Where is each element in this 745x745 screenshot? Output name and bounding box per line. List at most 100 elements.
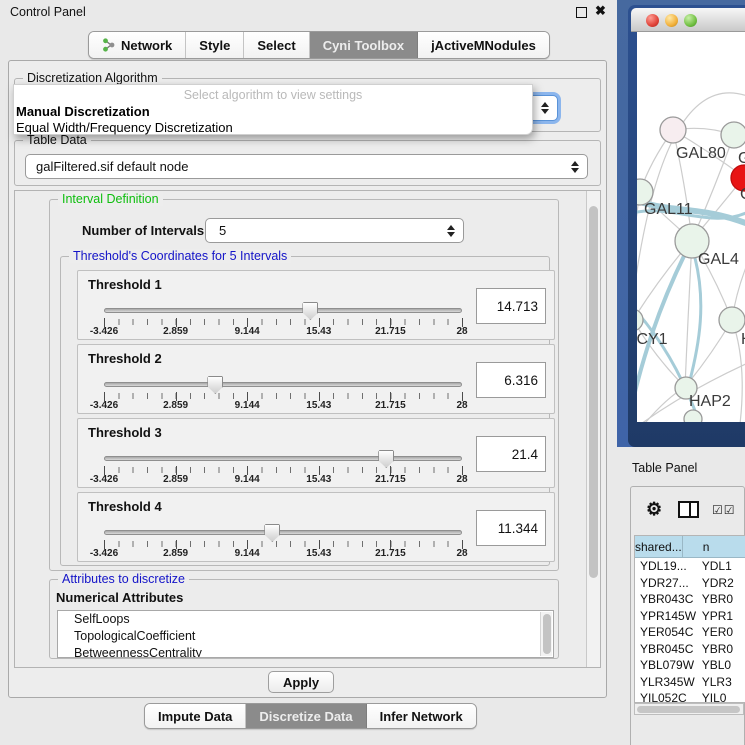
threshold-4-slider[interactable] [104, 530, 462, 535]
thresholds-coordinates-group: Threshold's Coordinates for 5 Intervals … [60, 256, 550, 566]
node-label: C [740, 186, 745, 203]
cell-name[interactable]: YLR3 [696, 674, 745, 691]
threshold-1-value-field[interactable]: 14.713 [476, 288, 546, 324]
zoom-traffic-light-icon[interactable] [684, 14, 697, 27]
dropdown-option-manual-discretization[interactable]: Manual Discretization [16, 104, 150, 119]
gear-icon[interactable]: ⚙ [646, 499, 662, 520]
node-label: GCY1 [637, 331, 668, 348]
tab-discretize-data[interactable]: Discretize Data [246, 704, 366, 728]
table-header-row: shared... n [635, 536, 745, 558]
cell-shared-name[interactable]: YPR145W [635, 608, 696, 625]
tick-label: 9.144 [235, 400, 260, 411]
cell-name[interactable]: YIL0 [696, 690, 745, 703]
tick-label: 28 [456, 326, 467, 337]
tick-label: 2.859 [163, 400, 188, 411]
cell-shared-name[interactable]: YBR045C [635, 641, 696, 658]
tab-cyni-toolbox[interactable]: Cyni Toolbox [310, 32, 418, 58]
cell-name[interactable]: YBR0 [696, 641, 745, 658]
threshold-1-slider[interactable] [104, 308, 462, 313]
node-label: GAL80 [676, 145, 726, 162]
split-columns-icon[interactable] [678, 501, 699, 518]
close-icon[interactable]: ✖ [595, 3, 606, 19]
table-row[interactable]: YBR045CYBR0 [635, 641, 745, 658]
slider-tick-labels: -3.4262.8599.14415.4321.71528 [104, 474, 462, 486]
tick-label: 9.144 [235, 474, 260, 485]
tab-jactivemnodules[interactable]: jActiveMNodules [418, 32, 549, 58]
tick-label: 21.715 [375, 548, 406, 559]
network-view-canvas[interactable]: GAL80 G C GAL11 GAL4 GCY1 H HAP2 [637, 32, 745, 422]
cell-name[interactable]: YPR1 [696, 608, 745, 625]
cell-shared-name[interactable]: YBR043C [635, 591, 696, 608]
apply-button-label: Apply [283, 675, 319, 690]
table-row[interactable]: YDL19...YDL1 [635, 558, 745, 575]
tab-label: Select [257, 38, 295, 53]
network-view-window: GAL80 G C GAL11 GAL4 GCY1 H HAP2 [628, 5, 745, 447]
tick-label: 2.859 [163, 326, 188, 337]
table-row[interactable]: YPR145WYPR1 [635, 608, 745, 625]
tick-label: 28 [456, 548, 467, 559]
node-gal80[interactable] [660, 117, 686, 143]
node-label: HAP2 [689, 393, 731, 410]
cell-name[interactable]: YER0 [696, 624, 745, 641]
cell-shared-name[interactable]: YDL19... [635, 558, 696, 575]
column-header-name[interactable]: n [683, 536, 745, 557]
table-data-label: Table Data [23, 133, 91, 147]
tick-label: 15.43 [306, 400, 331, 411]
column-header-shared-name[interactable]: shared... [635, 536, 683, 557]
cell-name[interactable]: YDL1 [696, 558, 745, 575]
threshold-2-value-field[interactable]: 6.316 [476, 362, 546, 398]
threshold-4-value-field[interactable]: 11.344 [476, 510, 546, 546]
select-columns-icon[interactable]: ☑☑ [712, 503, 736, 517]
table-row[interactable]: YER054CYER0 [635, 624, 745, 641]
minimize-traffic-light-icon[interactable] [665, 14, 678, 27]
threshold-3-value-field[interactable]: 21.4 [476, 436, 546, 472]
attribute-item[interactable]: BetweennessCentrality [58, 645, 553, 658]
apply-button[interactable]: Apply [268, 671, 334, 693]
threshold-3-label: Threshold 3 [88, 425, 162, 440]
threshold-3-slider[interactable] [104, 456, 462, 461]
cell-shared-name[interactable]: YBL079W [635, 657, 696, 674]
tab-select[interactable]: Select [244, 32, 309, 58]
settings-scrollbar[interactable] [586, 191, 600, 667]
attribute-item[interactable]: SelfLoops [58, 611, 553, 628]
cell-shared-name[interactable]: YLR345W [635, 674, 696, 691]
threshold-2-slider[interactable] [104, 382, 462, 387]
cell-shared-name[interactable]: YDR27... [635, 575, 696, 592]
table-data-combobox[interactable]: galFiltered.sif default node [25, 154, 588, 179]
table-row[interactable]: YBR043CYBR0 [635, 591, 745, 608]
cell-name[interactable]: YBL0 [696, 657, 745, 674]
tick-label: 2.859 [163, 474, 188, 485]
tab-label: Network [121, 38, 172, 53]
tab-style[interactable]: Style [186, 32, 244, 58]
node-bottom[interactable] [684, 410, 702, 422]
thresholds-coordinates-label: Threshold's Coordinates for 5 Intervals [69, 249, 291, 263]
number-of-intervals-spinner[interactable]: 5 [205, 218, 464, 243]
tab-impute-data[interactable]: Impute Data [145, 704, 246, 728]
float-window-icon[interactable] [576, 7, 587, 18]
table-row[interactable]: YBL079WYBL0 [635, 657, 745, 674]
combo-arrows-icon [571, 161, 579, 173]
list-scrollbar[interactable] [540, 612, 552, 656]
node-attribute-table: shared... n YDL19...YDL1YDR27...YDR2YBR0… [634, 535, 745, 703]
tick-label: 21.715 [375, 474, 406, 485]
tab-infer-network[interactable]: Infer Network [367, 704, 476, 728]
table-row[interactable]: YLR345WYLR3 [635, 674, 745, 691]
table-panel-region: Table Panel ⚙ ☑☑ shared... n YDL19...YDL… [617, 447, 745, 745]
cell-shared-name[interactable]: YER054C [635, 624, 696, 641]
node-gcy1[interactable] [637, 309, 643, 331]
close-traffic-light-icon[interactable] [646, 14, 659, 27]
node-h[interactable] [719, 307, 745, 333]
table-row[interactable]: YDR27...YDR2 [635, 575, 745, 592]
cell-shared-name[interactable]: YIL052C [635, 690, 696, 703]
tick-label: -3.426 [90, 474, 118, 485]
table-row[interactable]: YIL052CYIL0 [635, 690, 745, 703]
tick-label: 21.715 [375, 326, 406, 337]
dropdown-option-equal-width-frequency[interactable]: Equal Width/Frequency Discretization [16, 120, 233, 135]
numerical-attributes-list[interactable]: SelfLoopsTopologicalCoefficientBetweenne… [57, 610, 554, 658]
table-horizontal-scrollbar[interactable] [634, 703, 744, 715]
control-panel-title: Control Panel [10, 5, 86, 19]
cell-name[interactable]: YBR0 [696, 591, 745, 608]
tab-network[interactable]: Network [89, 32, 186, 58]
attribute-item[interactable]: TopologicalCoefficient [58, 628, 553, 645]
cell-name[interactable]: YDR2 [696, 575, 745, 592]
